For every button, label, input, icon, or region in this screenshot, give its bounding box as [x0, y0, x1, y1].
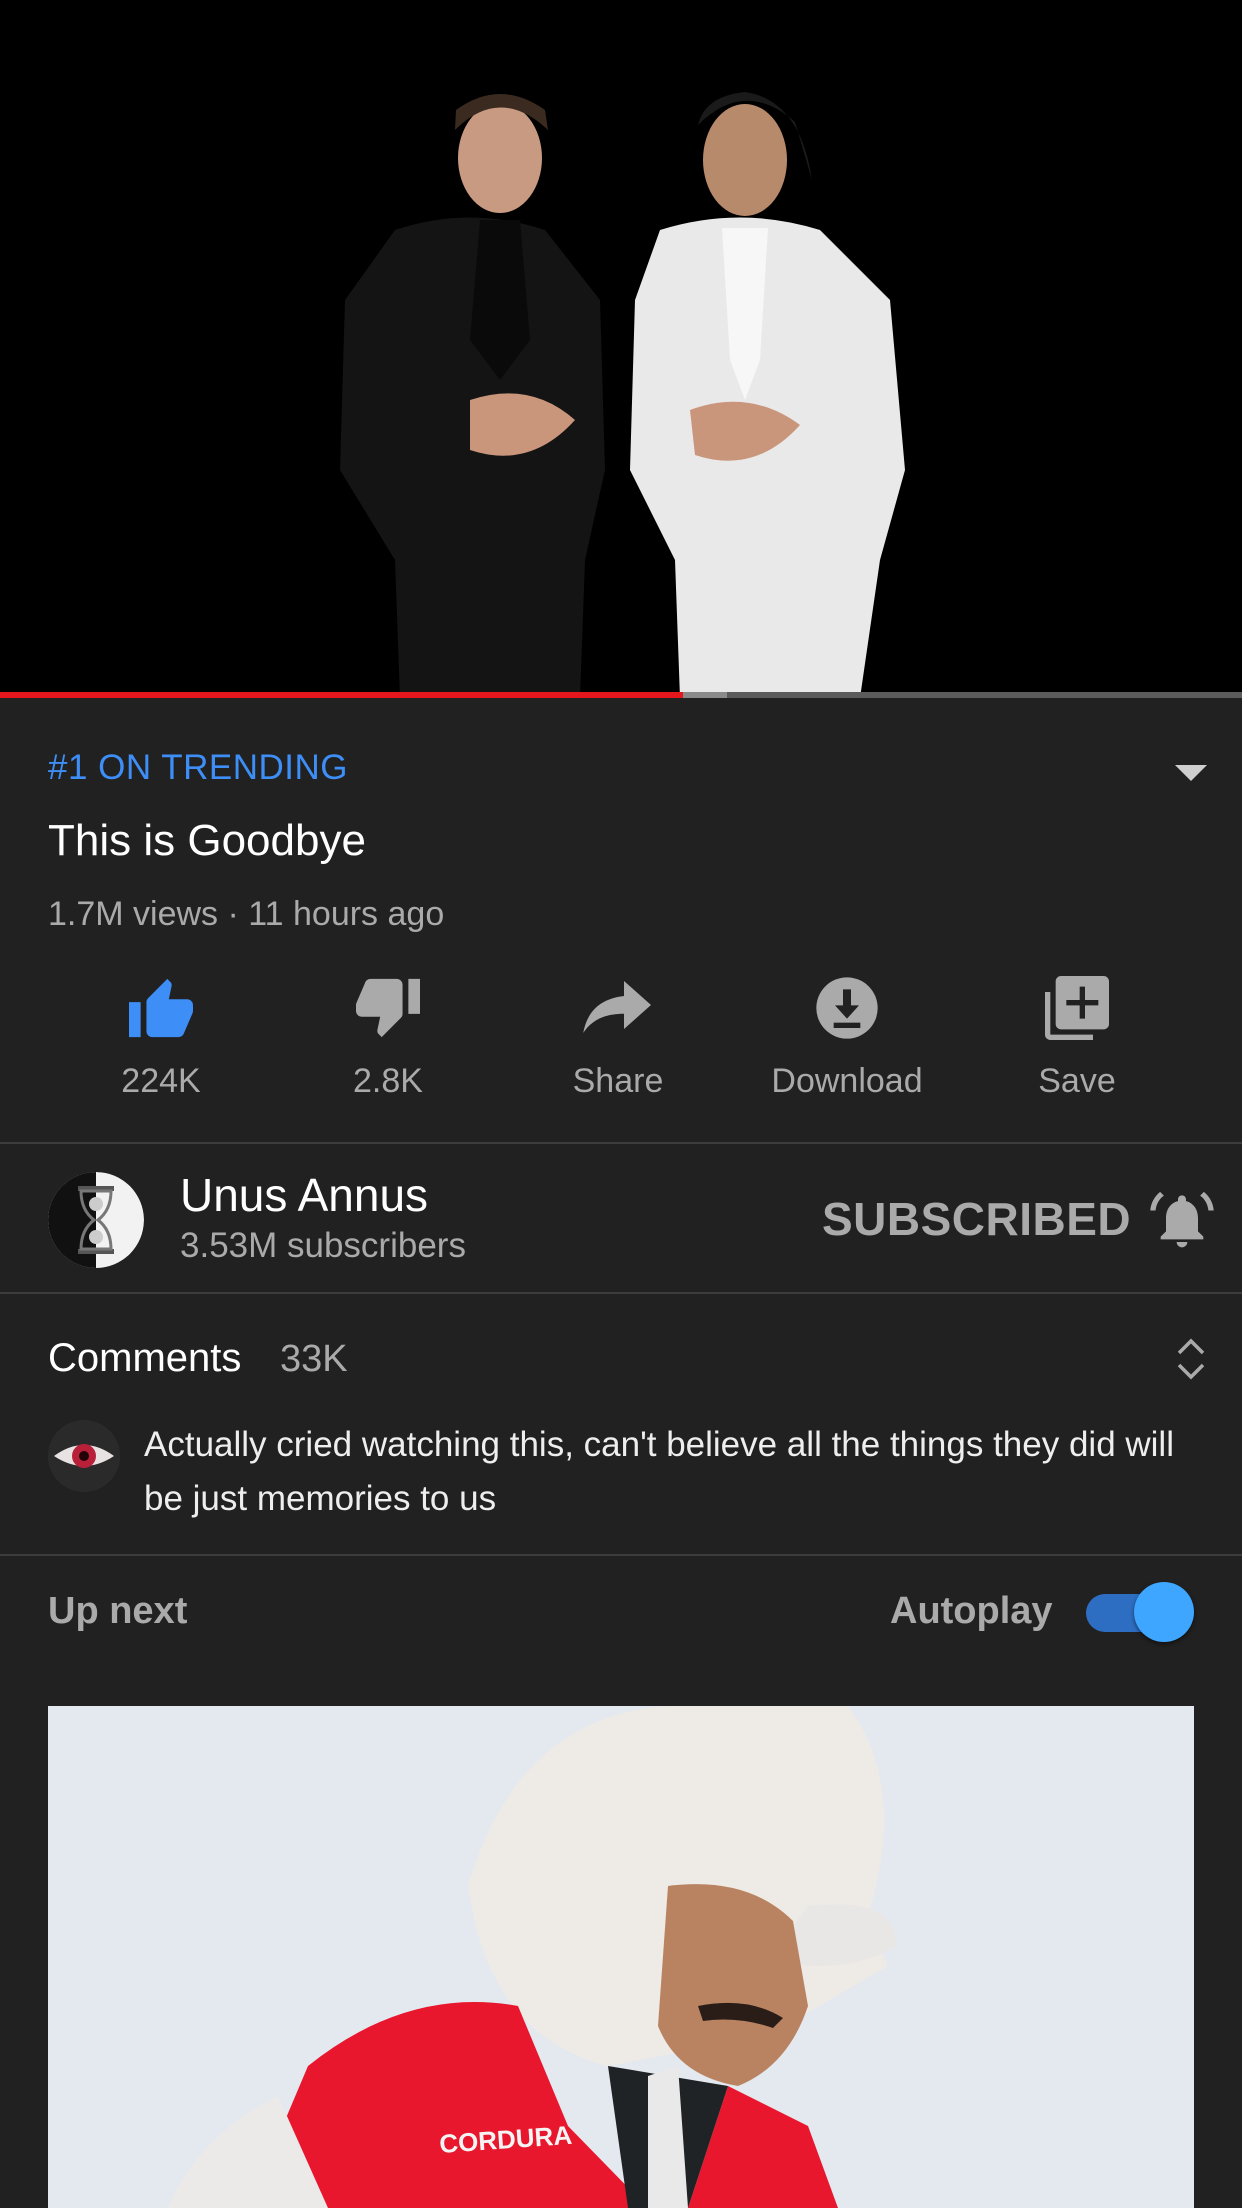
thumbs-up-icon — [129, 978, 193, 1038]
notification-bell-icon[interactable] — [1150, 1186, 1214, 1250]
save-label: Save — [1038, 1062, 1116, 1100]
toggle-knob — [1134, 1582, 1194, 1642]
expand-collapse-icon[interactable] — [1176, 1336, 1206, 1382]
progress-bar[interactable] — [0, 692, 1242, 698]
save-button[interactable]: Save — [967, 968, 1187, 1108]
share-icon — [583, 981, 651, 1033]
divider — [0, 1292, 1242, 1294]
dislike-count: 2.8K — [353, 1062, 423, 1100]
comments-label[interactable]: Comments — [48, 1336, 241, 1381]
trending-badge[interactable]: #1 ON TRENDING — [48, 748, 348, 788]
video-player[interactable] — [0, 0, 1242, 698]
comments-count: 33K — [280, 1338, 348, 1380]
channel-avatar[interactable] — [48, 1172, 144, 1268]
autoplay-label: Autoplay — [890, 1590, 1053, 1632]
subscribed-button[interactable]: SUBSCRIBED — [822, 1192, 1131, 1246]
up-next-label: Up next — [48, 1590, 188, 1632]
action-row: 224K 2.8K Share Download Save — [0, 968, 1242, 1108]
subscriber-count: 3.53M subscribers — [180, 1226, 466, 1265]
share-label: Share — [572, 1062, 664, 1100]
download-label: Download — [771, 1062, 923, 1100]
download-button[interactable]: Download — [737, 968, 957, 1108]
share-button[interactable]: Share — [508, 968, 728, 1108]
video-meta: 1.7M views · 11 hours ago — [48, 895, 445, 933]
channel-name[interactable]: Unus Annus — [180, 1168, 428, 1222]
video-frame — [0, 0, 1242, 698]
like-button[interactable]: 224K — [51, 968, 271, 1108]
divider — [0, 1142, 1242, 1144]
eye-avatar-icon — [48, 1420, 120, 1492]
top-comment-text: Actually cried watching this, can't beli… — [144, 1425, 1174, 1518]
like-count: 224K — [121, 1062, 201, 1100]
progress-played — [0, 692, 684, 698]
up-next-thumbnail[interactable]: CORDURA — [48, 1706, 1194, 2208]
video-title: This is Goodbye — [48, 816, 366, 865]
commenter-avatar[interactable] — [48, 1420, 120, 1492]
dislike-button[interactable]: 2.8K — [278, 968, 498, 1108]
divider — [0, 1554, 1242, 1556]
add-to-playlist-icon — [1045, 976, 1109, 1040]
download-icon — [816, 977, 878, 1039]
thumbnail-image: CORDURA — [48, 1706, 1194, 2208]
hourglass-logo-icon — [48, 1172, 144, 1268]
chevron-down-icon[interactable] — [1173, 762, 1209, 784]
autoplay-toggle[interactable] — [1086, 1582, 1194, 1642]
thumbs-down-icon — [356, 978, 420, 1038]
